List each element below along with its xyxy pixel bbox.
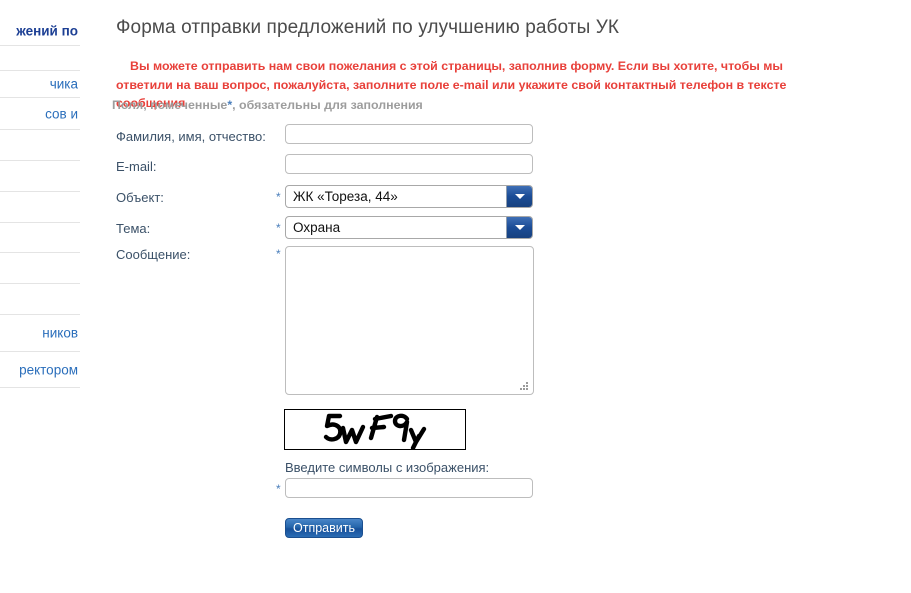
required-note-after: , обязательны для заполнения	[232, 98, 423, 112]
object-label: Объект:	[116, 190, 164, 205]
sidebar-item	[0, 253, 80, 284]
submit-button[interactable]: Отправить	[285, 518, 363, 538]
topic-required-asterisk: *	[276, 221, 281, 235]
main-content: Форма отправки предложений по улучшению …	[80, 0, 911, 593]
captcha-input[interactable]	[285, 478, 533, 498]
chevron-down-icon[interactable]	[506, 217, 532, 238]
required-note-before: Поля, помеченные	[112, 98, 228, 112]
email-input[interactable]	[285, 154, 533, 174]
object-required-asterisk: *	[276, 190, 281, 204]
sidebar-item-3[interactable]: сов и	[0, 98, 80, 130]
sidebar-item-label: чика	[49, 76, 78, 92]
required-fields-note: Поля, помеченные*, обязательны для запол…	[112, 97, 423, 113]
topic-select[interactable]: Охрана	[285, 216, 533, 239]
sidebar-item-11[interactable]: ректором	[0, 352, 80, 388]
sidebar-item	[0, 130, 80, 161]
captcha-required-asterisk: *	[276, 482, 281, 496]
sidebar-item	[0, 284, 80, 315]
sidebar-item-label: сов и	[45, 106, 78, 121]
sidebar-item-10[interactable]: ников	[0, 315, 80, 352]
sidebar-item	[0, 46, 80, 71]
email-label: E-mail:	[116, 159, 157, 174]
sidebar-item-0[interactable]: жений по	[0, 16, 80, 46]
fullname-label: Фамилия, имя, отчество:	[116, 129, 266, 144]
sidebar-item-2[interactable]: чика	[0, 71, 80, 98]
page-title: Форма отправки предложений по улучшению …	[116, 17, 620, 38]
chevron-down-icon[interactable]	[506, 186, 532, 207]
object-select-value: ЖК «Тореза, 44»	[293, 189, 398, 204]
sidebar-item	[0, 161, 80, 192]
sidebar-item	[0, 223, 80, 253]
sidebar-item-label: ректором	[19, 362, 78, 377]
captcha-instruction-label: Введите символы с изображения:	[285, 460, 490, 475]
object-select[interactable]: ЖК «Тореза, 44»	[285, 185, 533, 208]
left-sidebar-navigation: жений по чика сов и ников ректором	[0, 0, 80, 593]
sidebar-item	[0, 192, 80, 223]
message-required-asterisk: *	[276, 247, 281, 261]
fullname-input[interactable]	[285, 124, 533, 144]
message-label: Сообщение:	[116, 247, 191, 262]
sidebar-item-label: жений по	[16, 23, 78, 38]
sidebar-item-label: ников	[42, 325, 78, 341]
topic-select-value: Охрана	[293, 220, 341, 235]
message-textarea[interactable]	[285, 246, 534, 395]
captcha-image	[284, 409, 466, 450]
topic-label: Тема:	[116, 221, 151, 236]
